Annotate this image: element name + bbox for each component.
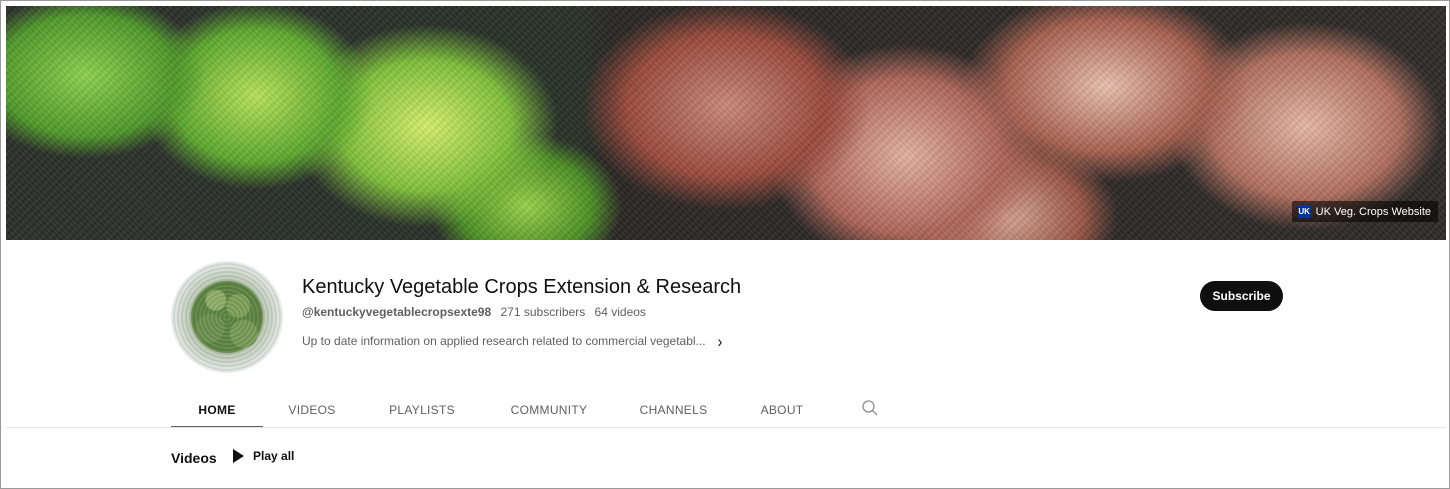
tab-playlists[interactable]: PLAYLISTS xyxy=(361,391,483,428)
tab-about[interactable]: ABOUT xyxy=(732,391,832,428)
channel-tabs: HOME VIDEOS PLAYLISTS COMMUNITY CHANNELS… xyxy=(171,391,878,428)
channel-page: UK UK Veg. Crops Website Kentucky Vegeta… xyxy=(0,0,1450,489)
search-icon[interactable] xyxy=(861,399,881,419)
uk-logo-icon: UK xyxy=(1297,205,1311,218)
avatar[interactable] xyxy=(171,261,283,373)
channel-description[interactable]: Up to date information on applied resear… xyxy=(302,331,723,350)
play-all-button[interactable]: Play all xyxy=(233,449,294,463)
banner-website-link[interactable]: UK UK Veg. Crops Website xyxy=(1291,201,1438,222)
tab-community[interactable]: COMMUNITY xyxy=(483,391,615,428)
subscribe-button[interactable]: Subscribe xyxy=(1200,281,1283,311)
chevron-right-icon[interactable]: › xyxy=(718,331,723,350)
section-title: Videos xyxy=(171,450,217,466)
video-count: 64 videos xyxy=(594,305,646,319)
channel-title: Kentucky Vegetable Crops Extension & Res… xyxy=(302,276,742,298)
channel-meta: @kentuckyvegetablecropsexte98 271 subscr… xyxy=(302,305,646,319)
play-icon xyxy=(233,449,244,463)
tabs-divider xyxy=(6,427,1446,428)
tab-videos[interactable]: VIDEOS xyxy=(263,391,361,428)
play-all-label: Play all xyxy=(253,449,295,463)
banner-link-label: UK Veg. Crops Website xyxy=(1315,205,1431,218)
tab-channels[interactable]: CHANNELS xyxy=(615,391,732,428)
avatar-texture xyxy=(171,261,283,373)
channel-banner: UK UK Veg. Crops Website xyxy=(6,6,1446,240)
tab-home[interactable]: HOME xyxy=(171,391,263,428)
banner-texture xyxy=(6,6,1446,240)
channel-handle: @kentuckyvegetablecropsexte98 xyxy=(302,305,492,319)
subscriber-count: 271 subscribers xyxy=(500,305,586,319)
channel-description-text: Up to date information on applied resear… xyxy=(302,334,706,348)
